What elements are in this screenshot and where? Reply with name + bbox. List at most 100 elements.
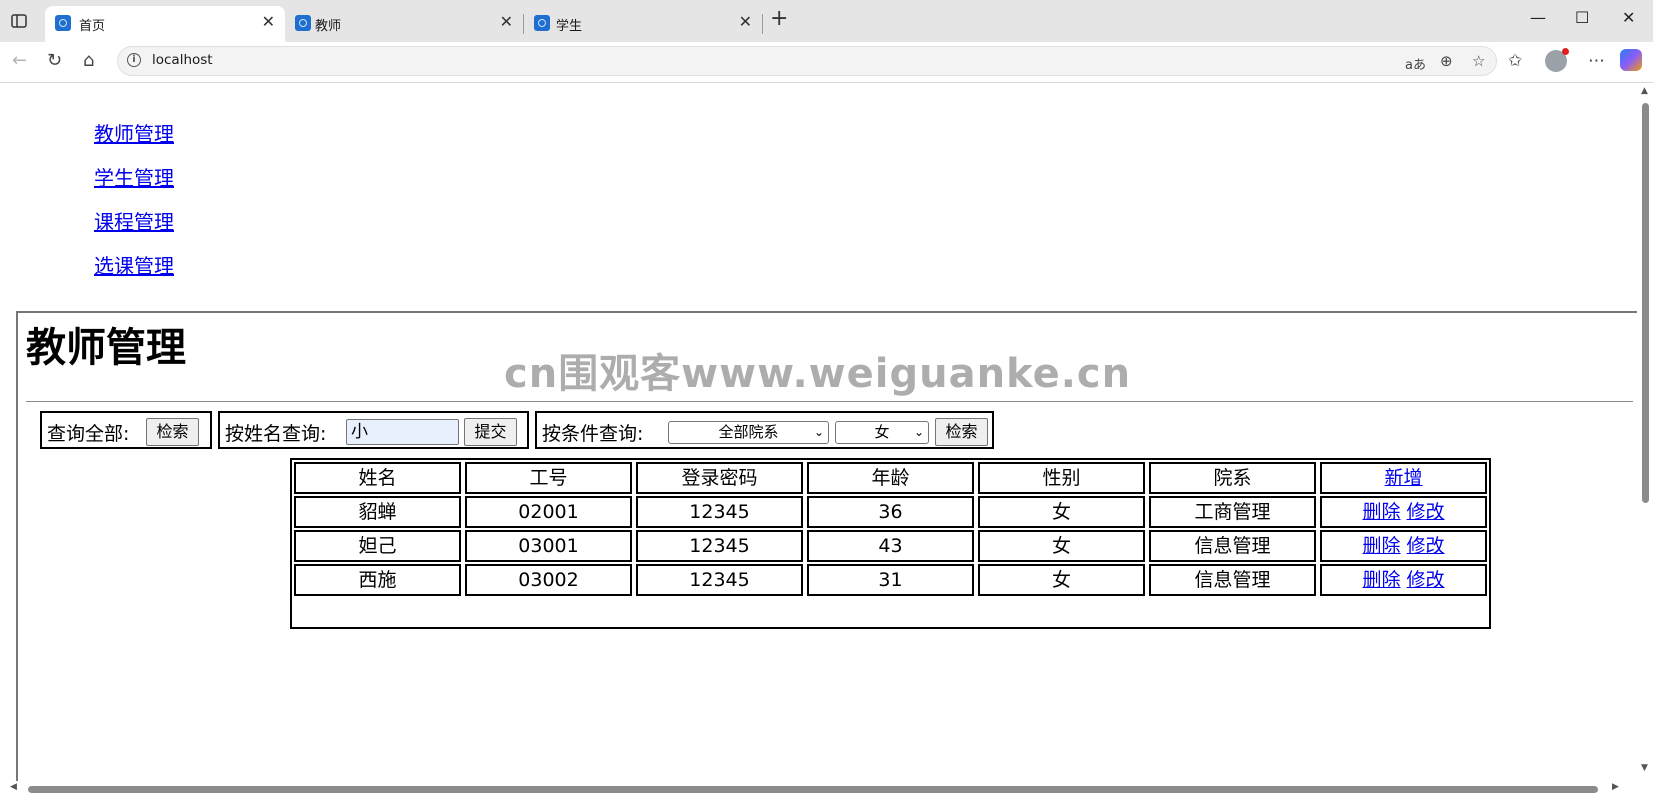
scroll-left-icon[interactable]: ◀ — [10, 782, 17, 792]
table-cell: 貂蝉 — [294, 496, 461, 528]
table-cell: 女 — [978, 530, 1145, 562]
sidebar-toggle-icon[interactable] — [10, 12, 28, 30]
tab-title: 教师 — [315, 19, 342, 34]
table-header: 工号 — [465, 462, 632, 494]
edit-link[interactable]: 修改 — [1407, 501, 1445, 523]
scrollbar-thumb[interactable] — [28, 786, 1598, 793]
table-cell: 31 — [807, 564, 974, 596]
site-favicon-icon — [55, 15, 71, 31]
table-cell: 03002 — [465, 564, 632, 596]
edit-link[interactable]: 修改 — [1407, 569, 1445, 591]
home-icon[interactable]: ⌂ — [83, 50, 94, 71]
name-submit-button[interactable]: 提交 — [464, 418, 517, 446]
table-header: 年龄 — [807, 462, 974, 494]
copilot-icon[interactable] — [1620, 49, 1642, 71]
table-header: 院系 — [1149, 462, 1316, 494]
table-cell: 女 — [978, 564, 1145, 596]
delete-link[interactable]: 删除 — [1362, 535, 1400, 557]
table-header: 登录密码 — [636, 462, 803, 494]
edit-link[interactable]: 修改 — [1407, 535, 1445, 557]
table-cell: 工商管理 — [1149, 496, 1316, 528]
tab-close-icon[interactable]: ✕ — [500, 12, 513, 31]
vertical-scrollbar[interactable]: ▲ ▼ — [1637, 83, 1653, 783]
read-aloud-icon[interactable]: aあ — [1405, 54, 1426, 73]
scrollbar-thumb[interactable] — [1642, 103, 1649, 503]
scroll-right-icon[interactable]: ▶ — [1612, 782, 1619, 792]
scroll-up-icon[interactable]: ▲ — [1641, 86, 1648, 96]
table-cell: 信息管理 — [1149, 530, 1316, 562]
name-input[interactable]: 小 — [346, 419, 459, 445]
query-all-button[interactable]: 检索 — [146, 418, 199, 446]
page-title: 教师管理 — [26, 325, 186, 371]
reload-icon[interactable]: ↻ — [47, 50, 62, 71]
table-cell-actions: 删除 修改 — [1320, 530, 1487, 562]
tab-separator — [762, 14, 763, 34]
horizontal-scrollbar[interactable]: ◀ ▶ — [0, 781, 1637, 797]
watermark: cn围观客www.weiguanke.cn — [504, 351, 1132, 397]
add-link[interactable]: 新增 — [1384, 467, 1422, 489]
query-name-form: 按姓名查询: 小 提交 — [218, 411, 529, 449]
chevron-down-icon: ⌄ — [913, 425, 924, 439]
query-condition-label: 按条件查询: — [542, 423, 644, 445]
page-viewport: 教师管理 学生管理 课程管理 选课管理 教师管理 cn围观客www.weigua… — [0, 83, 1653, 797]
maximize-icon[interactable]: ☐ — [1575, 8, 1589, 27]
table-header: 姓名 — [294, 462, 461, 494]
delete-link[interactable]: 删除 — [1362, 569, 1400, 591]
tab-student[interactable]: 学生 ✕ — [524, 6, 762, 42]
table-header: 性别 — [978, 462, 1145, 494]
table-header-actions: 新增 — [1320, 462, 1487, 494]
menu-link-student[interactable]: 学生管理 — [94, 162, 174, 191]
department-select-value: 全部院系 — [718, 423, 779, 441]
divider — [26, 401, 1633, 402]
table-cell: 02001 — [465, 496, 632, 528]
table-cell: 女 — [978, 496, 1145, 528]
table-cell: 信息管理 — [1149, 564, 1316, 596]
tab-title: 首页 — [79, 19, 106, 34]
table-cell-actions: 删除 修改 — [1320, 496, 1487, 528]
tab-title: 学生 — [556, 19, 583, 34]
menu-link-selection[interactable]: 选课管理 — [94, 250, 174, 279]
tab-close-icon[interactable]: ✕ — [262, 12, 275, 31]
query-all-label: 查询全部: — [47, 423, 130, 445]
query-name-label: 按姓名查询: — [225, 423, 327, 445]
query-all-form: 查询全部: 检索 — [40, 411, 212, 449]
delete-link[interactable]: 删除 — [1362, 501, 1400, 523]
teacher-table: 姓名 工号 登录密码 年龄 性别 院系 新增 貂蝉 02001 12345 36… — [290, 458, 1491, 629]
back-icon[interactable]: ← — [12, 50, 27, 71]
table-cell: 西施 — [294, 564, 461, 596]
gender-select[interactable]: 女 ⌄ — [835, 421, 929, 444]
tab-teacher[interactable]: 教师 ✕ — [285, 6, 523, 42]
scroll-down-icon[interactable]: ▼ — [1641, 763, 1648, 773]
browser-nav-bar: ← ↻ ⌂ i localhost aあ ⊕ ☆ ✩ ⋯ — [0, 42, 1653, 83]
table-cell: 12345 — [636, 530, 803, 562]
table-cell: 43 — [807, 530, 974, 562]
window-close-icon[interactable]: ✕ — [1622, 8, 1635, 27]
menu-link-teacher[interactable]: 教师管理 — [94, 118, 174, 147]
table-cell-actions: 删除 修改 — [1320, 564, 1487, 596]
table-cell: 妲己 — [294, 530, 461, 562]
menu-link-course[interactable]: 课程管理 — [94, 206, 174, 235]
table-cell: 36 — [807, 496, 974, 528]
table-cell: 12345 — [636, 496, 803, 528]
department-select[interactable]: 全部院系 ⌄ — [668, 421, 829, 444]
favorites-icon[interactable]: ✩ — [1508, 51, 1522, 71]
site-favicon-icon — [295, 15, 311, 31]
query-condition-form: 按条件查询: 全部院系 ⌄ 女 ⌄ 检索 — [535, 411, 994, 449]
url-text[interactable]: localhost — [152, 52, 213, 68]
tab-close-icon[interactable]: ✕ — [739, 12, 752, 31]
table-cell: 12345 — [636, 564, 803, 596]
chevron-down-icon: ⌄ — [813, 425, 824, 439]
gender-select-value: 女 — [874, 423, 890, 441]
more-menu-icon[interactable]: ⋯ — [1588, 51, 1605, 71]
address-bar[interactable]: i localhost aあ ⊕ ☆ — [117, 46, 1497, 76]
zoom-icon[interactable]: ⊕ — [1440, 52, 1453, 70]
condition-search-button[interactable]: 检索 — [935, 418, 988, 446]
table-cell: 03001 — [465, 530, 632, 562]
site-favicon-icon — [534, 15, 550, 31]
new-tab-icon[interactable]: + — [770, 6, 788, 31]
favorite-star-icon[interactable]: ☆ — [1472, 52, 1485, 70]
site-info-icon[interactable]: i — [127, 53, 141, 67]
profile-avatar[interactable] — [1545, 48, 1569, 72]
tab-home[interactable]: 首页 ✕ — [45, 6, 285, 42]
minimize-icon[interactable]: — — [1530, 8, 1546, 27]
